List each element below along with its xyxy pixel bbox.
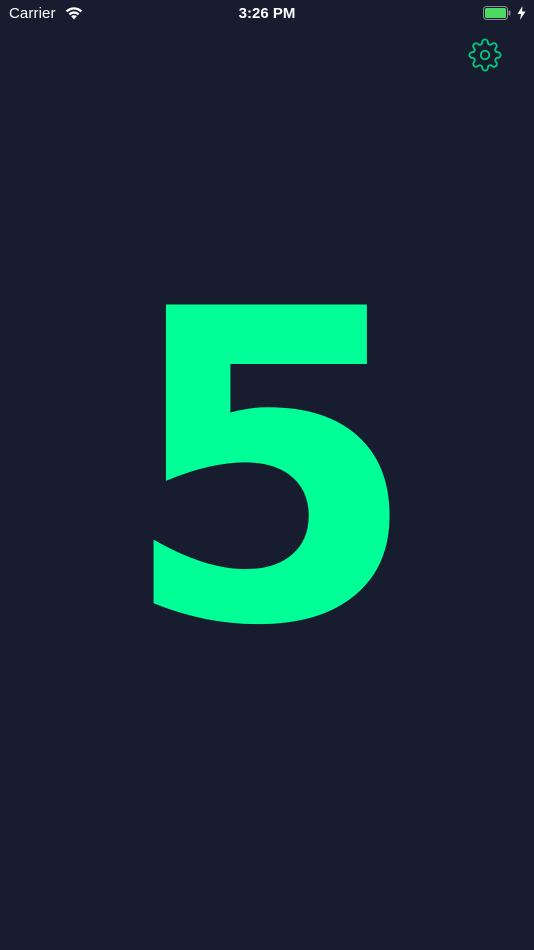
- charging-bolt-icon: [517, 6, 526, 20]
- gear-icon: [468, 38, 502, 72]
- count-display: 5: [120, 220, 419, 720]
- settings-button[interactable]: [464, 34, 506, 76]
- battery-charging-icon: [483, 6, 511, 20]
- status-time: 3:26 PM: [238, 5, 296, 22]
- status-bar: Carrier 3:26 PM: [0, 0, 534, 28]
